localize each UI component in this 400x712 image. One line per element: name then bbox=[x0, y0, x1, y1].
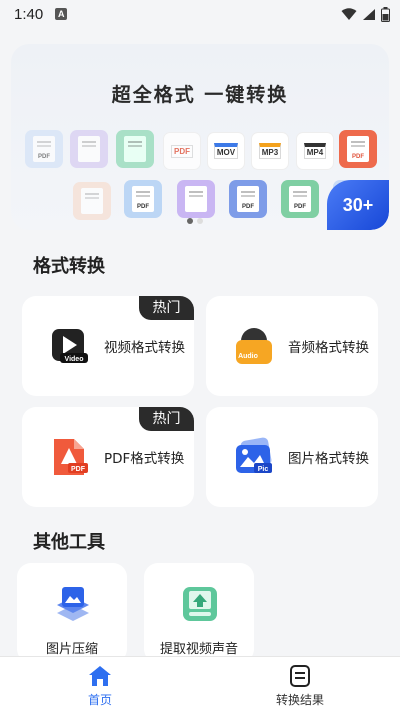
extract-audio-icon bbox=[181, 585, 219, 623]
nav-home-label: 首页 bbox=[87, 693, 112, 707]
svg-text:Audio: Audio bbox=[238, 353, 258, 360]
pdf-file-icon: PDF bbox=[50, 437, 90, 477]
tools-section-title: 其他工具 bbox=[33, 532, 105, 553]
audio-file-icon: Audio bbox=[234, 326, 274, 366]
status-icons bbox=[341, 6, 390, 22]
pdf-tile-icon: PDF bbox=[25, 130, 63, 168]
image-compress-tool[interactable]: 图片压缩 bbox=[17, 563, 127, 663]
bottom-nav: 首页 转换结果 bbox=[0, 656, 400, 712]
picture-convert-card[interactable]: Pic 图片格式转换 bbox=[206, 407, 378, 507]
status-time: 1:40 bbox=[14, 5, 44, 23]
nav-home[interactable]: 首页 bbox=[0, 657, 200, 712]
banner-title: 超全格式 一键转换 bbox=[111, 84, 289, 106]
excel-pdf-tile-icon: PDF bbox=[281, 180, 319, 218]
format-section-title: 格式转换 bbox=[33, 256, 105, 277]
svg-text:Video: Video bbox=[65, 356, 84, 363]
video-convert-card[interactable]: Video 视频格式转换 热门 bbox=[22, 296, 194, 396]
promo-banner[interactable]: 超全格式 一键转换 PDF PDF MOV MP3 MP4 PDF PDF PD… bbox=[11, 44, 389, 230]
pdf-tile-icon bbox=[73, 182, 111, 220]
carousel-dots bbox=[187, 218, 203, 224]
format-count-badge: 30+ bbox=[327, 180, 389, 230]
mov-tile-icon: MOV bbox=[207, 132, 245, 170]
pdf-tile-icon: PDF bbox=[339, 130, 377, 168]
image-pdf-tile-icon bbox=[177, 180, 215, 218]
picture-convert-label: 图片格式转换 bbox=[288, 451, 369, 467]
mp4-tile-icon: MP4 bbox=[296, 132, 334, 170]
upload-tile-icon bbox=[116, 130, 154, 168]
svg-text:PDF: PDF bbox=[71, 466, 86, 473]
carousel-dot bbox=[197, 218, 203, 224]
extract-audio-label: 提取视频声音 bbox=[159, 642, 238, 657]
image-compress-label: 图片压缩 bbox=[45, 642, 98, 657]
hot-badge: 热门 bbox=[139, 296, 194, 320]
carousel-dot bbox=[187, 218, 193, 224]
signal-icon bbox=[363, 8, 375, 20]
word-pdf-tile-icon: PDF bbox=[229, 180, 267, 218]
picture-file-icon: Pic bbox=[234, 437, 274, 477]
home-icon bbox=[89, 666, 111, 686]
image-tile-icon bbox=[70, 130, 108, 168]
video-convert-label: 视频格式转换 bbox=[104, 340, 185, 356]
svg-text:Pic: Pic bbox=[258, 466, 269, 473]
audio-convert-label: 音频格式转换 bbox=[288, 340, 369, 356]
mp3-tile-icon: MP3 bbox=[251, 132, 289, 170]
battery-icon bbox=[381, 6, 390, 22]
pdf-tile-icon: PDF bbox=[124, 180, 162, 218]
wifi-icon bbox=[341, 7, 357, 20]
pdf-convert-card[interactable]: PDF PDF格式转换 热门 bbox=[22, 407, 194, 507]
hot-badge: 热门 bbox=[139, 407, 194, 431]
extract-audio-tool[interactable]: 提取视频声音 bbox=[144, 563, 254, 663]
image-compress-icon bbox=[54, 585, 92, 623]
results-icon bbox=[290, 665, 310, 687]
pdf-convert-label: PDF格式转换 bbox=[104, 451, 185, 467]
video-file-icon: Video bbox=[50, 326, 90, 366]
nav-results-label: 转换结果 bbox=[275, 693, 324, 707]
status-bar: 1:40 A bbox=[0, 0, 400, 28]
notification-icon: A bbox=[55, 8, 68, 20]
audio-convert-card[interactable]: Audio 音频格式转换 bbox=[206, 296, 378, 396]
nav-results[interactable]: 转换结果 bbox=[200, 657, 400, 712]
pdf-tile-icon: PDF bbox=[163, 132, 201, 170]
